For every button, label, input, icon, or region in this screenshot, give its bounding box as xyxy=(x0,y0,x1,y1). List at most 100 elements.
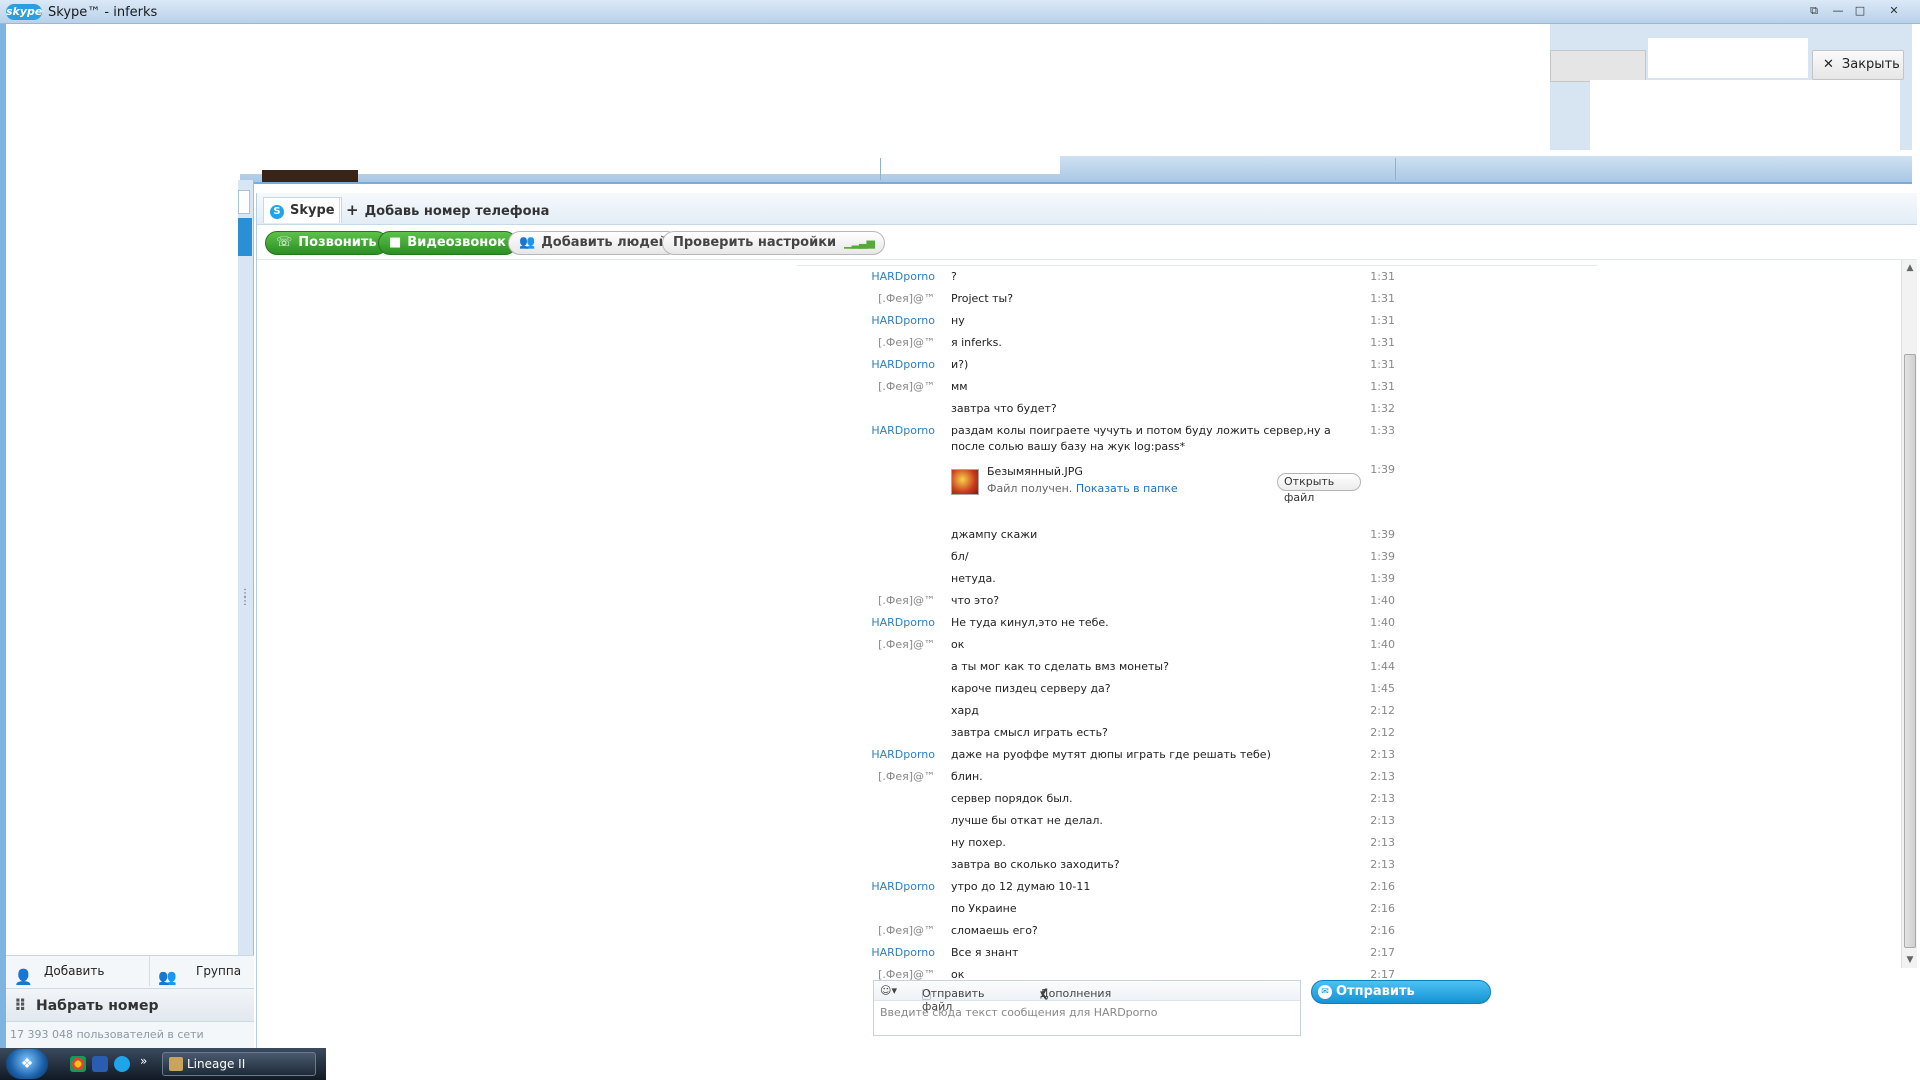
message-time: 1:31 xyxy=(1370,380,1395,393)
video-call-button[interactable]: ■ Видеозвонок xyxy=(378,231,518,255)
message-sender[interactable]: [.Фея]@™ xyxy=(797,593,935,609)
overlay-blank-lower xyxy=(1590,80,1900,150)
close-icon[interactable]: ✕ xyxy=(1884,3,1904,19)
message-time: 2:12 xyxy=(1370,726,1395,739)
action-bar: ☏ Позвонить ■ Видеозвонок 👥 Добавить людей … xyxy=(257,226,1917,260)
skype-icon: S xyxy=(270,205,284,219)
taskbar-overflow-icon[interactable]: » xyxy=(140,1054,147,1068)
message-sender[interactable]: HARDporno xyxy=(797,879,935,895)
message-time: 1:31 xyxy=(1370,314,1395,327)
tab-add-phone[interactable]: + Добавь номер телефона xyxy=(339,197,555,223)
selected-contact-accent xyxy=(238,218,252,256)
message-time: 1:39 xyxy=(1370,550,1395,563)
dial-number-button[interactable]: ⠿ Набрать номер xyxy=(6,988,254,1022)
contact-list-footer: 👤Добавить контакт 👥Группа ⠿ Набрать номер… xyxy=(6,955,254,1048)
message-text: ну xyxy=(951,314,965,327)
overlay-close-label: Закрыть xyxy=(1841,57,1900,72)
message-sender[interactable]: HARDporno xyxy=(797,747,935,763)
message-sender[interactable]: [.Фея]@™ xyxy=(797,291,935,307)
group-button[interactable]: 👥 Группа xyxy=(150,956,254,986)
overlay-close-button[interactable]: ✕ Закрыть xyxy=(1812,50,1904,80)
message-text: я inferks. xyxy=(951,336,1002,349)
taskbar-window-lineage[interactable]: Lineage II xyxy=(162,1052,316,1076)
scroll-up-icon[interactable]: ▲ xyxy=(1904,262,1916,274)
tab-skype[interactable]: S Skype xyxy=(263,197,342,223)
contact-list-edge: ⋮ ⋮ xyxy=(238,180,254,1048)
message-text: раздам колы поиграете чучуть и потом буд… xyxy=(951,424,1331,453)
message-time: 1:45 xyxy=(1370,682,1395,695)
close-x-icon: ✕ xyxy=(1823,57,1834,72)
message-time: 2:16 xyxy=(1370,880,1395,893)
send-message-label: Отправить сообщение xyxy=(1336,984,1421,1021)
message-sender[interactable]: HARDporno xyxy=(797,423,935,439)
chrome-icon[interactable] xyxy=(70,1056,86,1072)
message-sender[interactable]: [.Фея]@™ xyxy=(797,637,935,653)
message-text: а ты мог как то сделать вмз монеты? xyxy=(951,660,1169,673)
skype-taskbar-icon[interactable] xyxy=(114,1056,130,1072)
start-button[interactable]: ❖ xyxy=(6,1049,48,1079)
divider xyxy=(797,265,1597,266)
search-box-edge[interactable] xyxy=(238,190,250,214)
message-time: 1:40 xyxy=(1370,638,1395,651)
banner-strip xyxy=(240,156,1912,184)
banner-blank xyxy=(240,156,1060,174)
scroll-down-icon[interactable]: ▼ xyxy=(1904,954,1916,966)
message-time: 1:40 xyxy=(1370,616,1395,629)
message-time: 2:16 xyxy=(1370,924,1395,937)
message-time: 1:31 xyxy=(1370,270,1395,283)
message-sender[interactable]: HARDporno xyxy=(797,269,935,285)
message-text: хард xyxy=(951,704,979,717)
scroll-thumb[interactable] xyxy=(1904,354,1916,948)
message-sender[interactable]: HARDporno xyxy=(797,313,935,329)
check-settings-button[interactable]: Проверить настройки ▁▂▃▅ xyxy=(662,231,885,255)
open-file-button[interactable]: Открыть файл xyxy=(1277,473,1361,504)
message-time: 2:13 xyxy=(1370,770,1395,783)
message-time: 2:13 xyxy=(1370,858,1395,871)
message-scrollbar[interactable]: ▲ ▼ xyxy=(1901,260,1917,968)
add-people-label: Добавить людей xyxy=(541,235,668,250)
file-thumbnail[interactable] xyxy=(951,469,979,495)
message-text: сервер порядок был. xyxy=(951,792,1073,805)
message-sender[interactable]: HARDporno xyxy=(797,615,935,631)
minimize-icon[interactable]: — xyxy=(1828,3,1848,19)
send-message-button[interactable]: ✉ Отправить сообщение xyxy=(1311,980,1491,1021)
emoticon-picker-icon[interactable]: ☺▾ xyxy=(880,984,897,997)
divider xyxy=(880,158,881,180)
message-text: нетуда. xyxy=(951,572,996,585)
add-contact-button[interactable]: 👤Добавить контакт xyxy=(6,956,150,1008)
add-people-button[interactable]: 👥 Добавить людей xyxy=(508,231,679,255)
message-time: 2:16 xyxy=(1370,902,1395,915)
splitter-handle[interactable]: ⋮ ⋮ xyxy=(240,589,250,607)
message-time: 2:17 xyxy=(1370,946,1395,959)
message-time: 1:32 xyxy=(1370,402,1395,415)
message-time: 2:13 xyxy=(1370,792,1395,805)
show-in-folder-link[interactable]: Показать в папке xyxy=(1076,482,1178,495)
screen: skype Skype™ - inferks ⧉ — □ ✕ ✕ Закрыть … xyxy=(0,0,1920,1080)
message-time: 1:31 xyxy=(1370,358,1395,371)
signal-strength-icon: ▁▂▃▅ xyxy=(844,236,875,249)
app-icon[interactable] xyxy=(92,1056,108,1072)
message-text: ок xyxy=(951,638,965,651)
message-time: 1:33 xyxy=(1370,424,1395,437)
message-text: утро до 12 думаю 10-11 xyxy=(951,880,1091,893)
maximize-icon[interactable]: □ xyxy=(1850,3,1870,19)
message-text: по Украине xyxy=(951,902,1017,915)
message-time: 2:13 xyxy=(1370,814,1395,827)
file-transfer-message: Безымянный.JPG Файл получен. Показать в … xyxy=(951,463,1361,504)
call-button[interactable]: ☏ Позвонить xyxy=(265,231,388,255)
message-time: 2:13 xyxy=(1370,836,1395,849)
message-text: джампу скажи xyxy=(951,528,1038,541)
restore-icon[interactable]: ⧉ xyxy=(1804,3,1824,19)
message-sender[interactable]: [.Фея]@™ xyxy=(797,335,935,351)
overlay-panel xyxy=(1550,24,1912,150)
message-sender[interactable]: HARDporno xyxy=(797,357,935,373)
message-text: Не туда кинул,это не тебе. xyxy=(951,616,1109,629)
message-sender[interactable]: [.Фея]@™ xyxy=(797,923,935,939)
message-input[interactable]: Введите сюда текст сообщения для HARDpor… xyxy=(880,1006,1157,1019)
message-time: 1:31 xyxy=(1370,336,1395,349)
message-text: блин. xyxy=(951,770,983,783)
message-sender[interactable]: HARDporno xyxy=(797,945,935,961)
message-sender[interactable]: [.Фея]@™ xyxy=(797,769,935,785)
window-title: Skype™ - inferks xyxy=(48,5,158,20)
message-sender[interactable]: [.Фея]@™ xyxy=(797,379,935,395)
